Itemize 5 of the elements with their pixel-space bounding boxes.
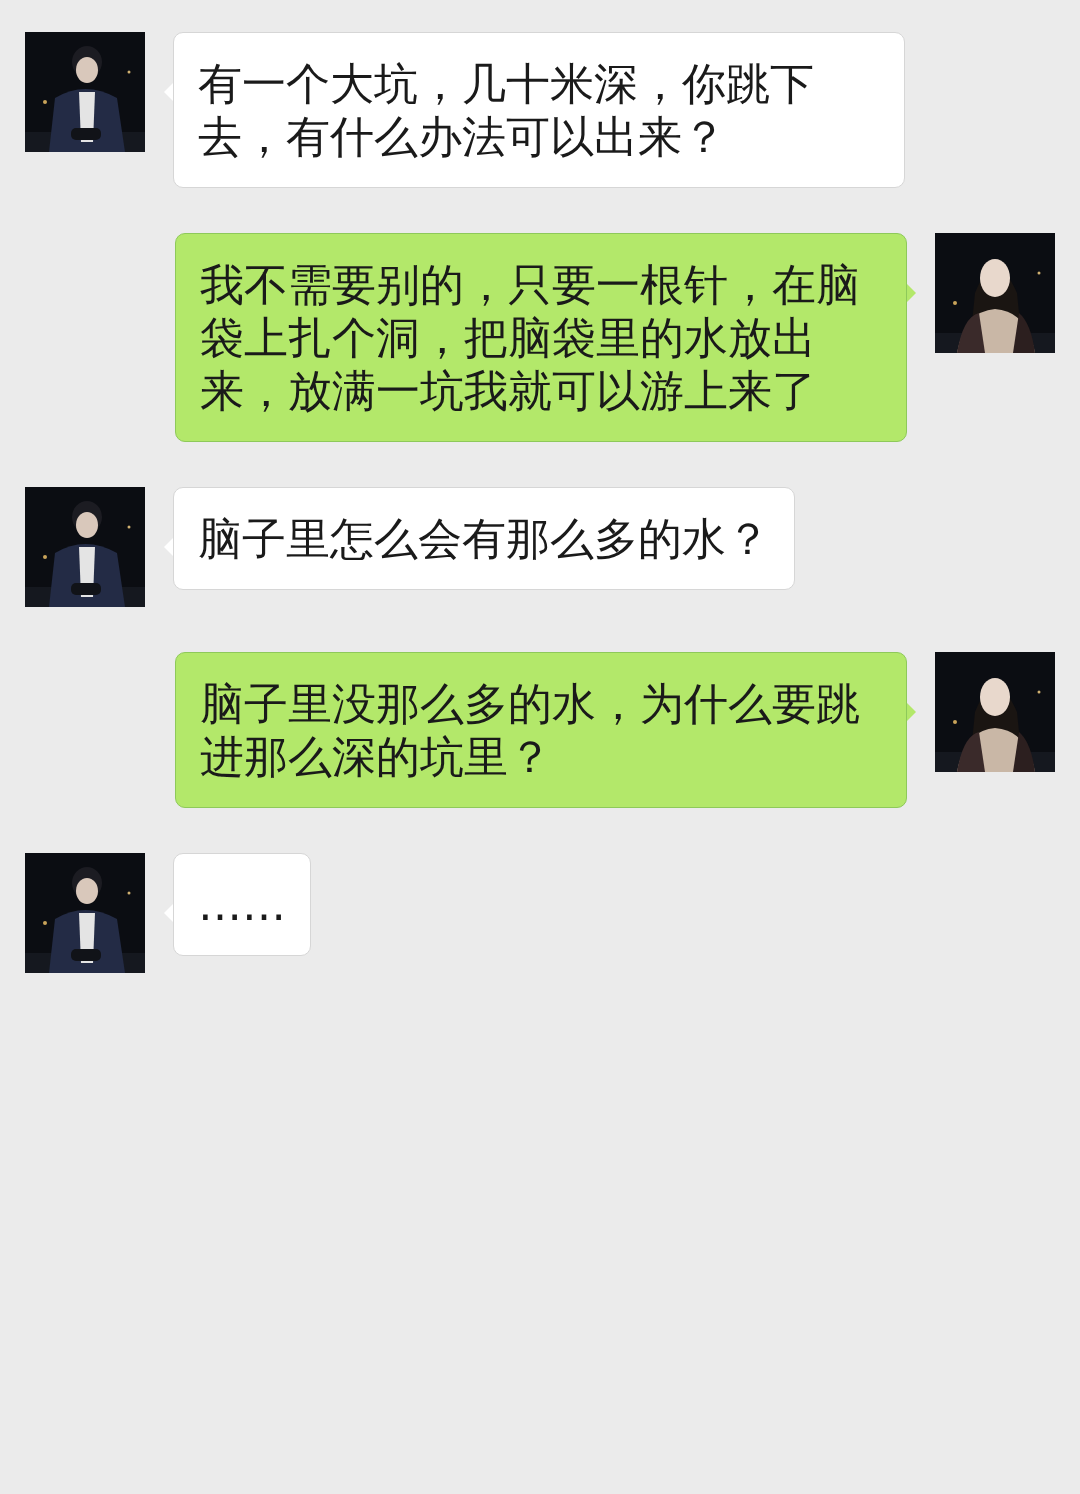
message-bubble: 我不需要别的，只要一根针，在脑袋上扎个洞，把脑袋里的水放出来，放满一坑我就可以游上来了 [175, 233, 907, 442]
message-bubble: …… [173, 853, 311, 956]
message-bubble: 脑子里怎么会有那么多的水？ [173, 487, 795, 590]
message-bubble: 有一个大坑，几十米深，你跳下去，有什么办法可以出来？ [173, 32, 905, 188]
message-bubble: 脑子里没那么多的水，为什么要跳进那么深的坑里？ [175, 652, 907, 808]
